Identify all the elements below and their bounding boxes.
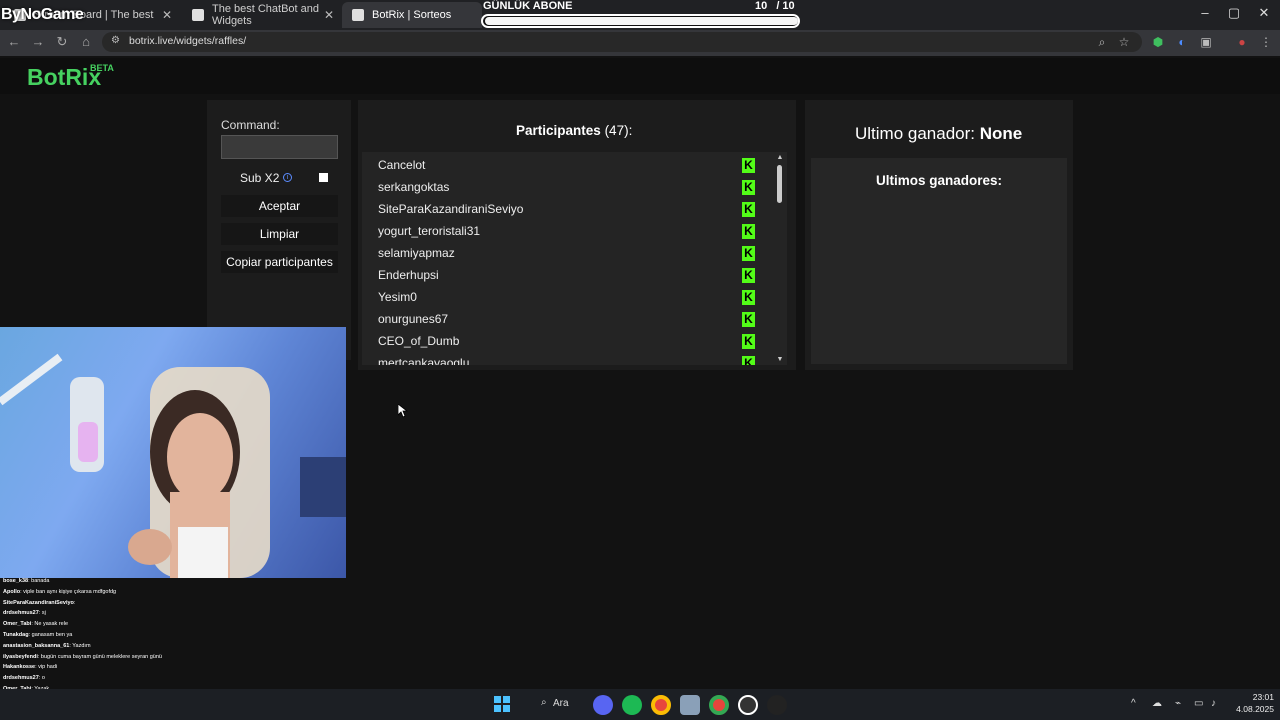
chat-username: anastasion_baksanna_61 <box>3 642 70 649</box>
tray-volume-icon[interactable]: ♪ <box>1211 698 1216 709</box>
participant-name: mertcankayaoglu <box>378 356 470 365</box>
windows-start-icon[interactable] <box>494 696 510 712</box>
participant-name: onurgunes67 <box>378 312 449 326</box>
participant-name: serkangoktas <box>378 180 450 194</box>
chat-text: : <box>73 599 76 606</box>
chat-text: : bugün cuma bayram günü meleklere seyra… <box>37 653 162 660</box>
participant-row[interactable]: SiteParaKazandiraniSeviyo <box>378 198 768 220</box>
participant-name: Yesim0 <box>378 290 417 304</box>
chrome-icon[interactable] <box>651 695 671 715</box>
last-winner-value: None <box>979 124 1023 143</box>
chat-text: : Yazdım <box>69 642 91 649</box>
chat-message: bose_k38: banada <box>3 578 50 584</box>
scroll-up-icon[interactable]: ▲ <box>775 154 785 161</box>
participant-name: Cancelot <box>378 158 426 172</box>
chat-message: Apollo: viple ban aynı kişiye çıkarsa md… <box>3 589 116 595</box>
chat-username: Hakankosse <box>3 664 36 671</box>
participant-row[interactable]: CEO_of_Dumb <box>378 330 768 352</box>
tray-mic-icon[interactable]: ⌁ <box>1175 698 1181 709</box>
chat-text: : Ne yasak rele <box>31 621 69 628</box>
chat-text: : vip hadi <box>35 664 58 671</box>
participant-row[interactable]: mertcankayaoglu <box>378 352 768 365</box>
participant-row[interactable]: yogurt_teroristali31 <box>378 220 768 242</box>
chat-message: anastasion_baksanna_61: Yazdım <box>3 643 91 649</box>
last-winner: Ultimo ganador: None <box>855 124 1022 144</box>
chat-message: ilyasbeyfendi: bugün cuma bayram günü me… <box>3 654 162 660</box>
kick-icon: K <box>742 224 755 239</box>
chat-text: : banada <box>28 578 50 584</box>
participant-name: yogurt_teroristali31 <box>378 224 481 238</box>
search-icon: ⌕ <box>541 697 547 708</box>
chat-username: ilyasbeyfendi <box>3 653 38 660</box>
kick-icon: K <box>742 312 755 327</box>
webcam-image <box>0 353 346 578</box>
webcam-feed <box>0 327 346 578</box>
chat-text: : viple ban aynı kişiye çıkarsa mdfgofdg <box>20 588 117 595</box>
recent-winners-title: Ultimos ganadores: <box>875 173 1003 188</box>
kick-icon: K <box>742 334 755 349</box>
participant-name: SiteParaKazandiraniSeviyo <box>378 202 524 216</box>
chat-username: SiteParaKazandiraniSeviyo <box>3 599 74 606</box>
taskbar-search-label: Ara <box>553 698 569 709</box>
participant-row[interactable]: Enderhupsi <box>378 264 768 286</box>
participant-name: Enderhupsi <box>378 268 439 282</box>
app-icon-2[interactable] <box>767 695 787 715</box>
participant-row[interactable]: serkangoktas <box>378 176 768 198</box>
chat-username: drdsehmus27 <box>3 675 39 682</box>
taskbar-date[interactable]: 4.08.2025 <box>1224 704 1274 714</box>
chat-message: Omer_Tabi: Ne yasak rele <box>3 621 68 627</box>
chrome-active-icon[interactable] <box>709 695 729 715</box>
kick-icon: K <box>742 290 755 305</box>
chat-username: Omer_Tabi <box>3 621 32 628</box>
spotify-icon[interactable] <box>622 695 642 715</box>
chat-username: Apollo <box>3 588 21 595</box>
app-icon[interactable] <box>680 695 700 715</box>
chat-message: Tunakdag: ganasam ben ya <box>3 632 72 638</box>
tray-cloud-icon[interactable]: ☁ <box>1152 698 1162 709</box>
mouse-cursor-icon <box>398 404 408 418</box>
participant-row[interactable]: selamiyapmaz <box>378 242 768 264</box>
chat-message: drdsehmus27: sj <box>3 610 46 616</box>
kick-icon: K <box>742 202 755 217</box>
kick-icon: K <box>742 268 755 283</box>
kick-icon: K <box>742 158 755 173</box>
chat-message: SiteParaKazandiraniSeviyo: <box>3 600 75 606</box>
chat-text: : o <box>38 675 45 682</box>
participant-name: CEO_of_Dumb <box>378 334 460 348</box>
recent-winners-box <box>811 158 1067 364</box>
participant-row[interactable]: onurgunes67 <box>378 308 768 330</box>
chat-text: : sj <box>38 610 46 617</box>
participant-row[interactable]: Cancelot <box>378 154 768 176</box>
kick-icon: K <box>742 356 755 365</box>
chat-username: bose_k38 <box>3 578 29 584</box>
chat-text: : ganasam ben ya <box>28 632 73 638</box>
chat-username: Tunakdag <box>3 632 29 638</box>
scroll-down-icon[interactable]: ▼ <box>775 356 785 363</box>
chat-message: drdsehmus27: o <box>3 675 45 681</box>
chat-username: drdsehmus27 <box>3 610 39 617</box>
tray-display-icon[interactable]: ▭ <box>1194 698 1203 709</box>
last-winner-label: Ultimo ganador: <box>855 124 976 143</box>
chat-message: Hakankosse: vip hadi <box>3 664 57 670</box>
taskbar-time[interactable]: 23:01 <box>1234 692 1274 702</box>
scrollbar-thumb[interactable] <box>777 165 782 203</box>
obs-icon[interactable] <box>738 695 758 715</box>
discord-icon[interactable] <box>593 695 613 715</box>
tray-chevron-icon[interactable]: ^ <box>1131 698 1136 709</box>
participant-name: selamiyapmaz <box>378 246 455 260</box>
participant-row[interactable]: Yesim0 <box>378 286 768 308</box>
kick-icon: K <box>742 180 755 195</box>
kick-icon: K <box>742 246 755 261</box>
